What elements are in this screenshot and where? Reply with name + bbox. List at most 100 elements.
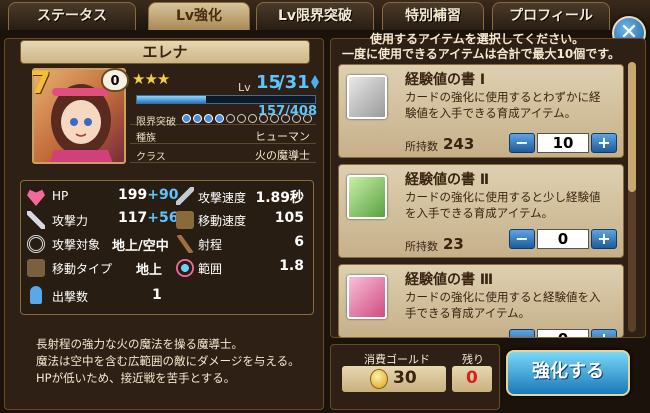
hp-value: 199+90 <box>118 187 179 203</box>
gold-label: 消費ゴールド <box>364 353 430 366</box>
item-card[interactable]: 経験値の書 Ⅲ カードの強化に使用すると経験値を入 手できる育成アイテム。 − … <box>338 264 624 338</box>
limit-break-slot <box>248 114 257 123</box>
rarity-stars: ★★★ <box>132 70 170 88</box>
limit-break-slot <box>226 114 235 123</box>
item-description-line-1: カードの強化に使用すると少し経験値 <box>405 190 601 204</box>
sortie-icon <box>30 286 42 304</box>
plus-icon: + <box>597 133 611 152</box>
quantity-increase-button[interactable]: + <box>591 229 617 249</box>
minus-icon: − <box>515 133 529 152</box>
exp-bar-fill <box>137 96 206 103</box>
limit-break-slot <box>292 114 301 123</box>
tab-bar: ステータス Lv強化 Lv限界突破 特別補習 プロフィール <box>0 0 650 30</box>
limit-break-icon <box>193 114 202 123</box>
class-label: クラス <box>136 152 166 163</box>
tab-lv-enhance[interactable]: Lv強化 <box>148 2 250 30</box>
boot-icon <box>176 211 194 229</box>
enhance-button-label: 強化する <box>532 361 604 382</box>
owned-label: 所持数 <box>405 140 438 153</box>
limit-break-icon <box>204 114 213 123</box>
star-icon: ★ <box>144 70 157 88</box>
item-description-line-1: カードの強化に使用すると経験値を入 <box>405 290 601 304</box>
description-line-3: HPが低いため、接近戦を苦手とする。 <box>36 371 236 385</box>
item-name: 経験値の書 Ⅰ <box>405 72 486 88</box>
gold-value: 30 <box>393 368 417 388</box>
move-speed-value: 105 <box>274 210 304 226</box>
tab-profile[interactable]: プロフィール <box>492 2 610 30</box>
attack-value: 117+56 <box>118 210 179 226</box>
item-description-line-2: 手できる育成アイテム。 <box>405 306 531 320</box>
name-banner: エレナ <box>20 40 310 64</box>
attack-bonus: +56 <box>147 210 179 226</box>
character-name: エレナ <box>142 43 188 61</box>
limit-break-label: 限界突破 <box>136 117 176 128</box>
quantity-field[interactable]: 10 <box>537 133 589 153</box>
attack-target-label: 攻撃対象 <box>52 238 101 252</box>
awakening-count: 0 <box>110 74 120 89</box>
item-card[interactable]: 経験値の書 Ⅱ カードの強化に使用すると少し経験値 を入手できる育成アイテム。 … <box>338 164 624 258</box>
plus-icon: + <box>597 229 611 248</box>
area-label: 範囲 <box>198 262 223 276</box>
tab-status[interactable]: ステータス <box>8 2 136 30</box>
range-value: 6 <box>294 234 304 250</box>
book-icon <box>347 175 387 219</box>
owned-count: 23 <box>443 235 464 253</box>
star-icon: ★ <box>132 70 145 88</box>
limit-break-slot <box>303 114 312 123</box>
quantity-increase-button[interactable]: + <box>591 133 617 153</box>
hp-bonus: +90 <box>147 187 179 203</box>
quantity-decrease-button[interactable]: − <box>509 329 535 337</box>
quantity-field[interactable]: 0 <box>537 229 589 249</box>
tab-lv-limit-break[interactable]: Lv限界突破 <box>256 2 374 30</box>
exp-bar <box>136 95 316 104</box>
attack-speed-label: 攻撃速度 <box>198 191 247 205</box>
limit-break-indicators <box>182 114 312 124</box>
description-line-1: 長射程の強力な火の魔法を操る魔導士。 <box>36 337 243 351</box>
instruction-line-2: 一度に使用できるアイテムは合計で最大10個です。 <box>342 47 621 61</box>
awakening-badge: 0 <box>101 68 129 92</box>
item-card[interactable]: 経験値の書 Ⅰ カードの強化に使用するとわずかに経 験値を入手できる育成アイテム… <box>338 64 624 158</box>
attack-label: 攻撃力 <box>52 214 89 228</box>
move-speed-label: 移動速度 <box>198 214 247 228</box>
item-description-line-1: カードの強化に使用するとわずかに経 <box>405 90 601 104</box>
item-scrollbar-thumb[interactable] <box>628 62 636 192</box>
hp-label: HP <box>52 189 69 203</box>
owned-label: 所持数 <box>405 240 438 253</box>
remaining-label: 残り <box>462 353 484 366</box>
move-type-value: 地上 <box>136 263 163 278</box>
book-icon <box>347 75 387 119</box>
minus-icon: − <box>515 229 529 248</box>
sword-icon <box>27 211 45 229</box>
description-line-2: 魔法は空中を含む広範囲の敵にダメージを与える。 <box>36 354 300 368</box>
rarity-number: 7 <box>30 66 51 101</box>
race-value: ヒューマン <box>255 130 310 143</box>
limit-break-icon <box>182 114 191 123</box>
move-type-label: 移動タイプ <box>52 262 113 276</box>
quantity-increase-button[interactable]: + <box>591 329 617 337</box>
star-icon: ★ <box>156 70 170 88</box>
book-icon <box>347 275 387 319</box>
area-value: 1.8 <box>279 258 304 274</box>
range-label: 射程 <box>198 238 223 252</box>
quantity-field[interactable]: 0 <box>537 329 589 337</box>
plus-icon: + <box>597 329 610 337</box>
gold-coin-icon <box>370 369 388 389</box>
move-type-icon <box>27 259 45 277</box>
enhance-button[interactable]: 強化する <box>506 350 630 396</box>
level-label: Lv <box>238 81 251 94</box>
item-description-line-2: 験値を入手できる育成アイテム。 <box>405 106 577 120</box>
item-scrollbar[interactable] <box>628 62 636 332</box>
limit-break-slot <box>270 114 279 123</box>
quantity-decrease-button[interactable]: − <box>509 133 535 153</box>
quantity-decrease-button[interactable]: − <box>509 229 535 249</box>
attack-target-value: 地上/空中 <box>112 239 169 254</box>
level-max: /31 <box>278 72 310 93</box>
tab-special-training[interactable]: 特別補習 <box>382 2 484 30</box>
class-value: 火の魔導士 <box>255 149 310 162</box>
item-name: 経験値の書 Ⅲ <box>405 272 494 288</box>
target-icon <box>27 235 45 253</box>
area-icon <box>176 259 194 277</box>
attack-speed-icon <box>176 187 194 205</box>
item-name: 経験値の書 Ⅱ <box>405 172 490 188</box>
remaining-value: 0 <box>466 368 478 388</box>
